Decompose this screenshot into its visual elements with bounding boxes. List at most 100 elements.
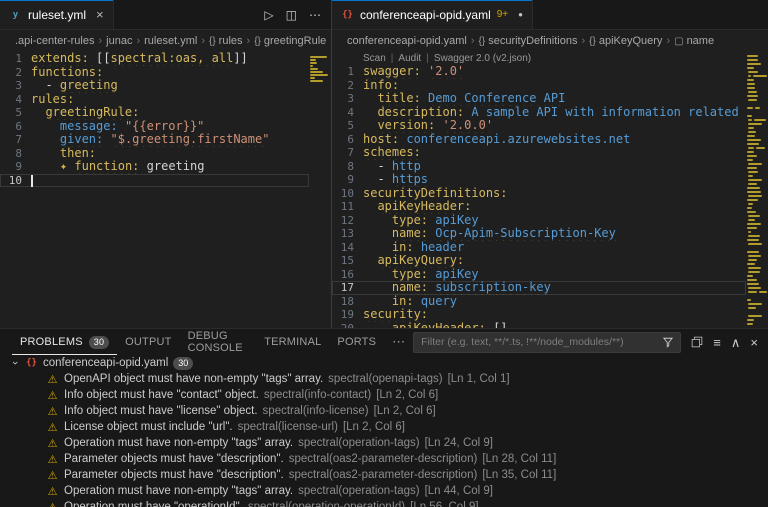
problem-location: [Ln 1, Col 1] [448,373,510,385]
breadcrumb-item--api-center-rules[interactable]: .api-center-rules [15,35,94,47]
warning-icon: ⚠ [46,501,59,507]
bottom-panel: PROBLEMS30OUTPUTDEBUG CONSOLETERMINALPOR… [0,328,768,507]
code-token: header [421,241,464,254]
minimap-mark [759,291,767,293]
code-line-17[interactable]: 17 name: subscription-key [332,281,746,295]
left-code-editor[interactable]: 1extends: [[spectral:oas, all]]2function… [0,52,331,328]
menu-icon[interactable]: ≡ [713,336,721,349]
code-token: spectral:oas, all [110,52,233,65]
problem-row[interactable]: ⚠Info object must have "license" object.… [0,403,768,419]
code-token: name: [392,227,428,240]
code-line-4[interactable]: 4rules: [0,93,309,107]
code-line-1[interactable]: 1extends: [[spectral:oas, all]] [0,52,309,66]
split-editor-icon[interactable]: ◫ [286,8,297,22]
filter-input[interactable] [421,336,657,348]
breadcrumb-item-junac[interactable]: junac [106,35,132,47]
problem-row[interactable]: ⚠Operation must have "operationId".spect… [0,499,768,507]
code-token: host: [363,133,399,146]
code-line-2[interactable]: 2info: [332,79,746,93]
line-number: 11 [332,200,363,214]
tab-conferenceapi-opid-yaml[interactable]: {} conferenceapi-opid.yaml 9+ ● [332,0,533,29]
code-line-4[interactable]: 4 description: A sample API with informa… [332,106,746,120]
view-as-table-icon[interactable] [691,336,703,348]
breadcrumb-item-securitydefinitions[interactable]: {}securityDefinitions [479,35,578,47]
breadcrumb-item-apikeyquery[interactable]: {}apiKeyQuery [589,35,662,47]
code-token: title: [377,92,420,105]
code-token [414,295,421,308]
code-line-8[interactable]: 8 then: [0,147,309,161]
breadcrumb-item-ruleset-yml[interactable]: ruleset.yml [144,35,197,47]
editor-actions: ▷ ◫ ⋯ [254,0,331,29]
code-token: info: [363,79,399,92]
panel-tab-debug-console[interactable]: DEBUG CONSOLE [180,329,257,355]
code-line-5[interactable]: 5 version: '2.0.0' [332,119,746,133]
code-token [31,147,60,160]
breadcrumb-item-rules[interactable]: {}rules [209,35,243,47]
code-token: apiKeyQuery: [377,254,464,267]
problem-row[interactable]: ⚠Operation must have non-empty "tags" ar… [0,483,768,499]
code-line-11[interactable]: 11 apiKeyHeader: [332,200,746,214]
breadcrumb-item-conferenceapi-opid-yaml[interactable]: conferenceapi-opid.yaml [347,35,467,47]
problem-source: spectral(license-url) [238,421,338,433]
minimap-mark [748,291,757,293]
code-line-8[interactable]: 8 - http [332,160,746,174]
line-number: 3 [332,92,363,106]
problem-row[interactable]: ⚠Operation must have non-empty "tags" ar… [0,435,768,451]
code-line-6[interactable]: 6host: conferenceapi.azurewebsites.net [332,133,746,147]
dirty-indicator-icon[interactable]: ● [518,10,523,19]
maximize-panel-icon[interactable]: ∧ [731,336,741,349]
line-number: 19 [332,308,363,322]
problem-row[interactable]: ⚠License object must include "url".spect… [0,419,768,435]
panel-tab-ports[interactable]: PORTS [329,329,384,355]
code-line-10[interactable]: 10securityDefinitions: [332,187,746,201]
breadcrumb-item-greetingrule[interactable]: {}greetingRule [254,35,326,47]
minimap[interactable] [746,52,768,328]
codelens-link-audit[interactable]: Audit [398,53,421,64]
codelens-link-scan[interactable]: Scan [363,53,386,64]
code-line-7[interactable]: 7schemes: [332,146,746,160]
panel-more-actions-icon[interactable]: ⋯ [384,334,413,350]
right-code-editor[interactable]: Scan|Audit|Swagger 2.0 (v2.json) 1swagge… [332,52,768,328]
problems-file-row[interactable]: › {} conferenceapi-opid.yaml 30 [0,355,768,371]
line-number: 9 [332,173,363,187]
code-line-16[interactable]: 16 type: apiKey [332,268,746,282]
code-line-5[interactable]: 5 greetingRule: [0,106,309,120]
problem-row[interactable]: ⚠Parameter objects must have "descriptio… [0,451,768,467]
code-line-3[interactable]: 3 title: Demo Conference API [332,92,746,106]
more-actions-icon[interactable]: ⋯ [309,8,321,22]
panel-tab-terminal[interactable]: TERMINAL [256,329,329,355]
run-icon[interactable]: ▷ [264,8,273,22]
problem-row[interactable]: ⚠Info object must have "contact" object.… [0,387,768,403]
symbol-icon: {} [209,36,216,47]
problem-row[interactable]: ⚠OpenAPI object must have non-empty "tag… [0,371,768,387]
code-line-20[interactable]: 20 - apiKeyHeader: [] [332,322,746,329]
minimap-mark [747,227,757,229]
code-line-6[interactable]: 6 message: "{{error}}" [0,120,309,134]
close-tab-icon[interactable]: × [96,7,104,22]
code-line-19[interactable]: 19security: [332,308,746,322]
code-line-1[interactable]: 1swagger: '2.0' [332,65,746,79]
panel-tab-problems[interactable]: PROBLEMS30 [12,329,117,355]
code-line-9[interactable]: 9 ✦ function: greeting [0,160,309,174]
breadcrumb-item-name[interactable]: ▢name [674,35,714,47]
tab-ruleset-yml[interactable]: y ruleset.yml × [0,0,114,29]
close-panel-icon[interactable]: × [750,336,758,349]
problem-message: Parameter objects must have "description… [64,469,284,481]
code-line-9[interactable]: 9 - https [332,173,746,187]
panel-tab-output[interactable]: OUTPUT [117,329,179,355]
code-line-14[interactable]: 14 in: header [332,241,746,255]
code-line-12[interactable]: 12 type: apiKey [332,214,746,228]
code-line-7[interactable]: 7 given: "$.greeting.firstName" [0,133,309,147]
problem-row[interactable]: ⚠Parameter objects must have "descriptio… [0,467,768,483]
code-line-18[interactable]: 18 in: query [332,295,746,309]
codelens-link-swagger-2-0-v2-json-[interactable]: Swagger 2.0 (v2.json) [434,53,531,64]
code-token: query [421,295,457,308]
code-line-13[interactable]: 13 name: Ocp-Apim-Subscription-Key [332,227,746,241]
code-line-3[interactable]: 3 - greeting [0,79,309,93]
minimap-mark [747,59,758,61]
code-line-15[interactable]: 15 apiKeyQuery: [332,254,746,268]
code-line-10[interactable]: 10 [0,174,309,188]
code-token: - [31,79,60,92]
code-line-2[interactable]: 2functions: [0,66,309,80]
left-minimap[interactable] [309,52,331,328]
